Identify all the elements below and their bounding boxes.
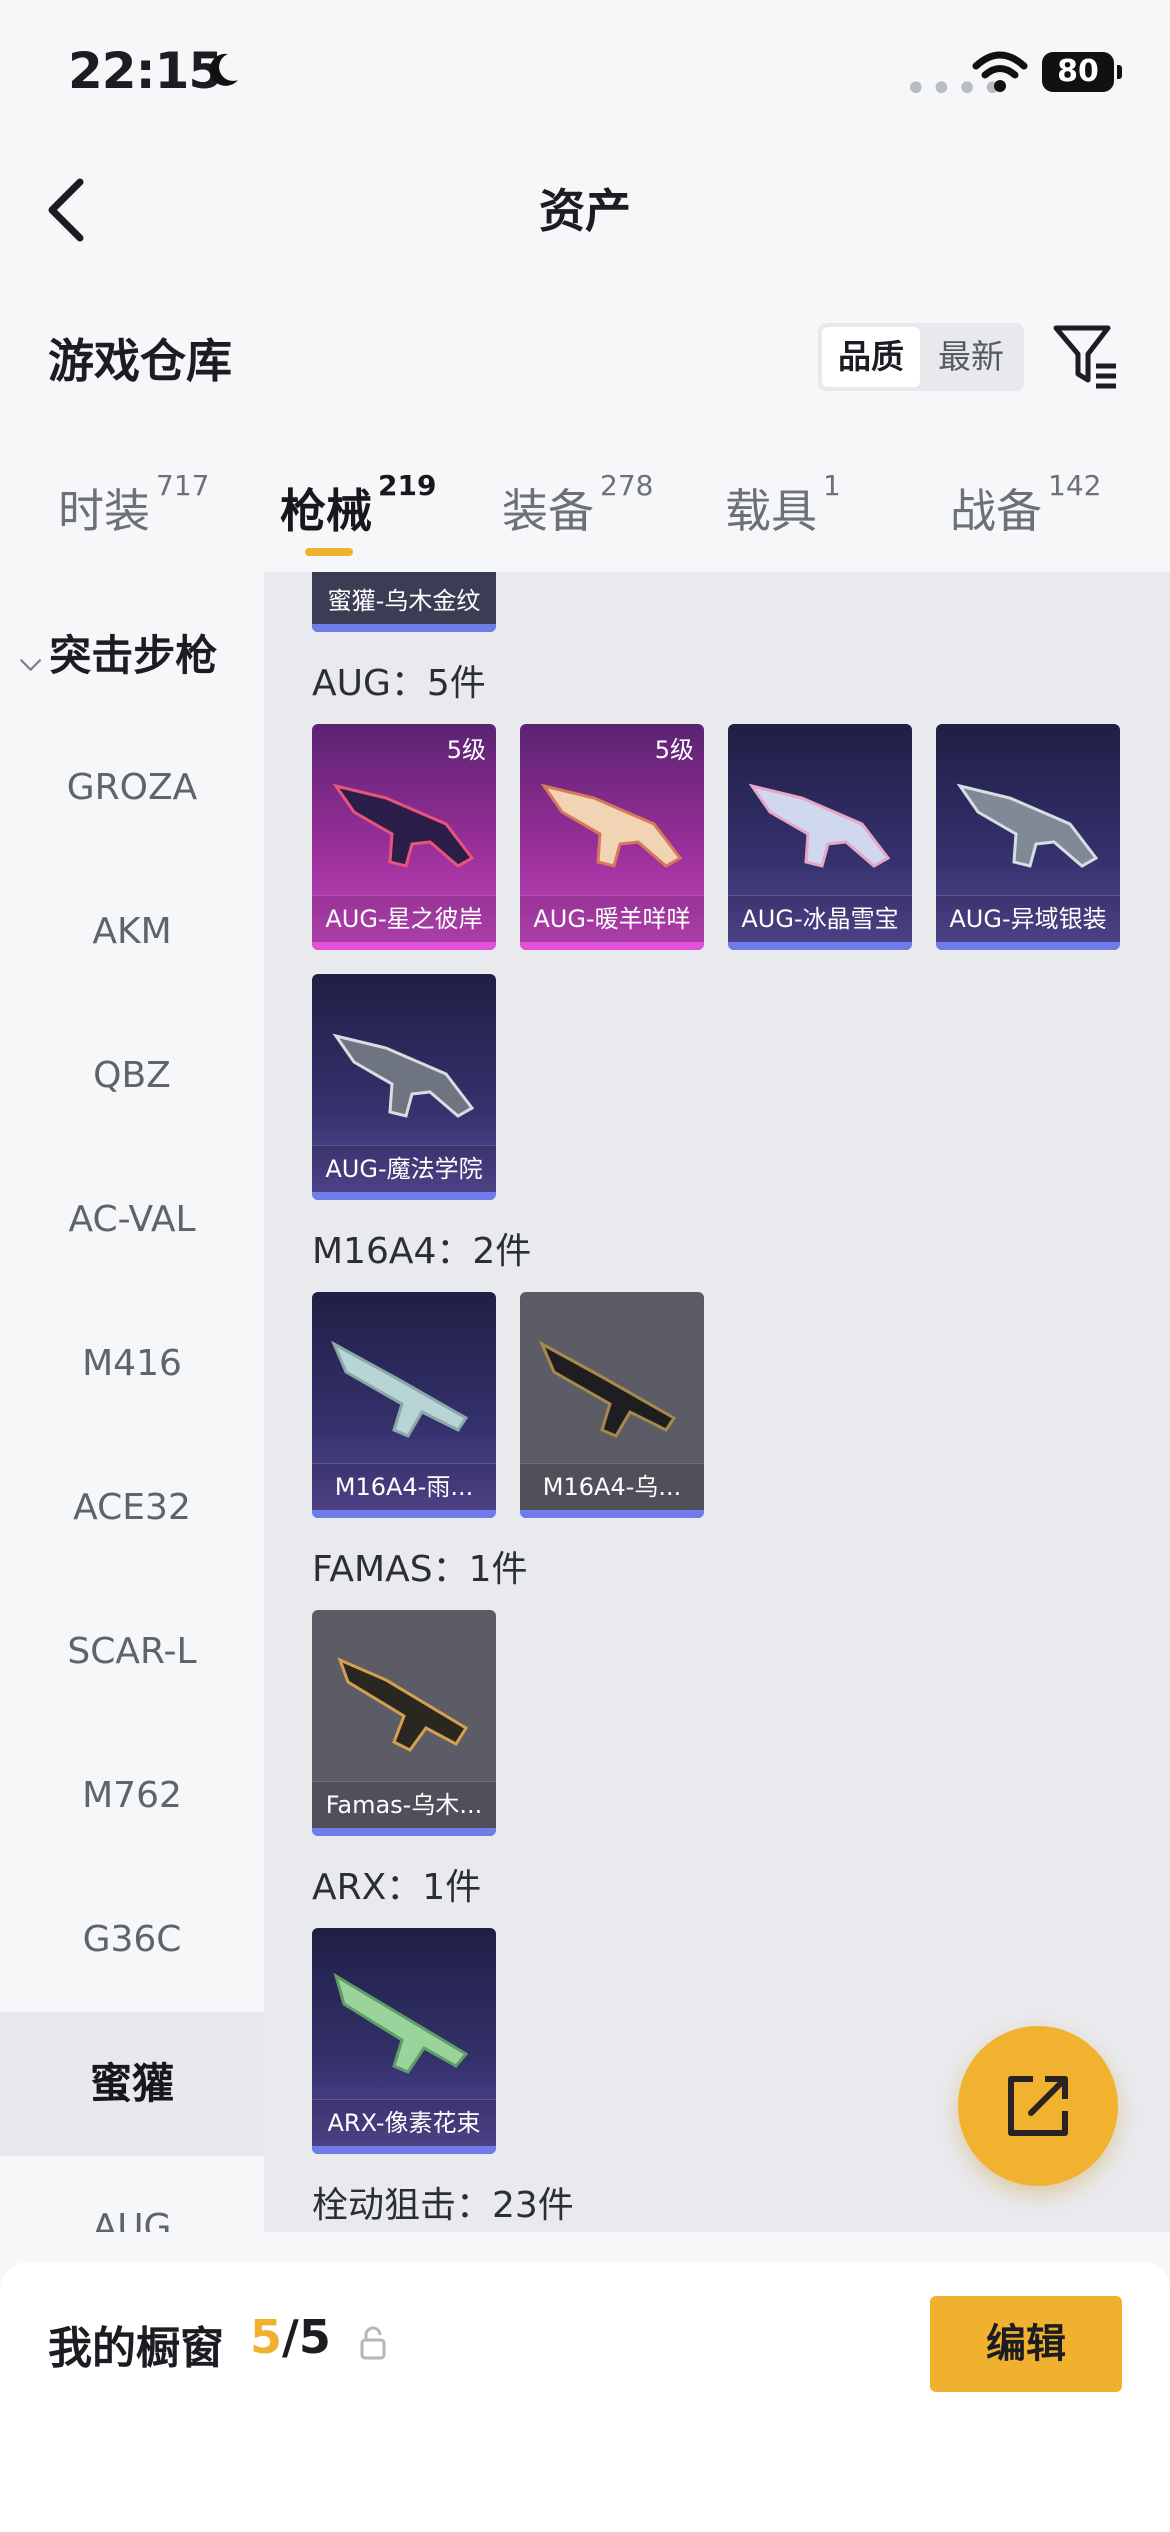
showcase-bar: 我的橱窗 5/5 编辑 (0, 2262, 1170, 2532)
weapon-card-label: AUG-异域银装 (936, 895, 1120, 942)
weapon-card-label: M16A4-乌... (520, 1463, 704, 1510)
tab-count: 278 (600, 469, 654, 502)
tab-firearms[interactable]: 枪械 219 (280, 469, 436, 541)
sidebar-item-groza[interactable]: GROZA (0, 716, 264, 860)
sidebar-item-honey-badger[interactable]: 蜜獾 (0, 2012, 264, 2156)
rarity-stripe (520, 1510, 704, 1518)
level-badge: 5级 (654, 736, 694, 764)
sidebar-category-assault-rifle[interactable]: ⌵ 突击步枪 (20, 622, 217, 683)
weapon-card[interactable]: 5级 AUG-暖羊咩咩 (520, 724, 704, 950)
sidebar-item-aug[interactable]: AUG (0, 2156, 264, 2232)
weapon-card-label: ARX-像素花束 (312, 2099, 496, 2146)
warehouse-title: 游戏仓库 (48, 334, 232, 388)
showcase-label: 我的橱窗 (48, 2323, 224, 2374)
sidebar-item-qbz[interactable]: QBZ (0, 1004, 264, 1148)
weapon-card[interactable]: 蜜獾-乌木金纹 (312, 572, 496, 632)
weapon-card-label: AUG-冰晶雪宝 (728, 895, 912, 942)
rarity-stripe (312, 1510, 496, 1518)
tab-count: 142 (1048, 469, 1102, 502)
rarity-stripe (312, 1828, 496, 1836)
rifle-icon (332, 783, 475, 868)
sort-newest-button[interactable]: 最新 (922, 327, 1020, 387)
rarity-stripe (312, 1192, 496, 1200)
weapon-card[interactable]: M16A4-雨... (312, 1292, 496, 1518)
active-tab-indicator (305, 548, 353, 556)
lock-icon (360, 2326, 386, 2360)
weapon-card[interactable]: ARX-像素花束 (312, 1928, 496, 2154)
weapon-grid: 蜜獾-乌木金纹 AUG：5件 5级 AUG-星之彼岸 5级 AUG-暖羊咩咩 A… (264, 572, 1170, 2232)
rifle-icon (337, 1657, 469, 1752)
weapon-card-label: AUG-暖羊咩咩 (520, 895, 704, 942)
weapon-card[interactable]: 5级 AUG-星之彼岸 (312, 724, 496, 950)
rarity-stripe (520, 942, 704, 950)
weapon-card[interactable]: AUG-异域银装 (936, 724, 1120, 950)
group-title-arx: ARX：1件 (312, 1867, 482, 1908)
tab-count: 717 (156, 469, 210, 502)
sidebar-item-ac-val[interactable]: AC-VAL (0, 1148, 264, 1292)
wifi-icon (972, 51, 1028, 92)
group-title-bolt-action: 栓动狙击：23件 (312, 2185, 574, 2226)
tab-count: 219 (378, 469, 437, 502)
category-tabs: 时装 717 枪械 219 装备 278 载具 1 战备 142 (0, 450, 1170, 570)
level-badge: 5级 (446, 736, 486, 764)
weapon-sidebar: ⌵ 突击步枪 GROZA AKM QBZ AC-VAL M416 ACE32 SC… (0, 572, 264, 2232)
rarity-stripe (312, 942, 496, 950)
rifle-icon (333, 1972, 469, 2074)
rarity-stripe (728, 942, 912, 950)
sidebar-item-g36c[interactable]: G36C (0, 1868, 264, 2012)
rifle-icon (540, 783, 683, 868)
rarity-stripe (312, 2146, 496, 2154)
share-icon (1008, 2076, 1068, 2136)
group-title-famas: FAMAS：1件 (312, 1549, 528, 1590)
rifle-icon (956, 783, 1099, 868)
battery-icon: 80 (1042, 52, 1122, 92)
weapon-card[interactable]: Famas-乌木... (312, 1610, 496, 1836)
tab-equipment[interactable]: 装备 278 (502, 469, 653, 541)
rifle-icon (330, 1340, 469, 1438)
rarity-stripe (312, 624, 496, 632)
group-title-aug: AUG：5件 (312, 663, 486, 704)
sidebar-item-scar-l[interactable]: SCAR-L (0, 1580, 264, 1724)
status-bar: 22:15 •••• 80 (0, 0, 1170, 150)
weapon-card[interactable]: AUG-魔法学院 (312, 974, 496, 1200)
sidebar-item-akm[interactable]: AKM (0, 860, 264, 1004)
showcase-count: 5/5 (250, 2310, 331, 2364)
weapon-card-label: M16A4-雨... (312, 1463, 496, 1510)
sidebar-item-m762[interactable]: M762 (0, 1724, 264, 1868)
tab-vehicles[interactable]: 载具 1 (725, 469, 841, 541)
weapon-card-label: AUG-魔法学院 (312, 1145, 496, 1192)
rifle-icon (332, 1033, 475, 1118)
sidebar-item-m416[interactable]: M416 (0, 1292, 264, 1436)
weapon-card[interactable]: AUG-冰晶雪宝 (728, 724, 912, 950)
weapon-card-label: AUG-星之彼岸 (312, 895, 496, 942)
weapon-card-label: Famas-乌木... (312, 1781, 496, 1828)
moon-icon (209, 53, 238, 86)
weapon-card-label: 蜜獾-乌木金纹 (327, 587, 481, 615)
rifle-icon (538, 1340, 677, 1438)
tab-supplies[interactable]: 战备 142 (950, 469, 1101, 541)
filter-icon[interactable] (1052, 322, 1120, 390)
group-title-m16a4: M16A4：2件 (312, 1231, 532, 1272)
tab-count: 1 (823, 469, 841, 502)
sidebar-item-ace32[interactable]: ACE32 (0, 1436, 264, 1580)
share-button[interactable] (958, 2026, 1118, 2186)
chevron-down-icon: ⌵ (20, 644, 42, 677)
rarity-stripe (936, 942, 1120, 950)
weapon-card[interactable]: M16A4-乌... (520, 1292, 704, 1518)
tab-fashion[interactable]: 时装 717 (58, 469, 209, 541)
rifle-icon (748, 783, 891, 868)
sort-toggle: 品质 最新 (818, 323, 1024, 391)
sort-quality-button[interactable]: 品质 (822, 327, 920, 387)
page-title: 资产 (539, 184, 631, 238)
status-time: 22:15 (68, 42, 223, 100)
edit-button[interactable]: 编辑 (930, 2296, 1122, 2392)
